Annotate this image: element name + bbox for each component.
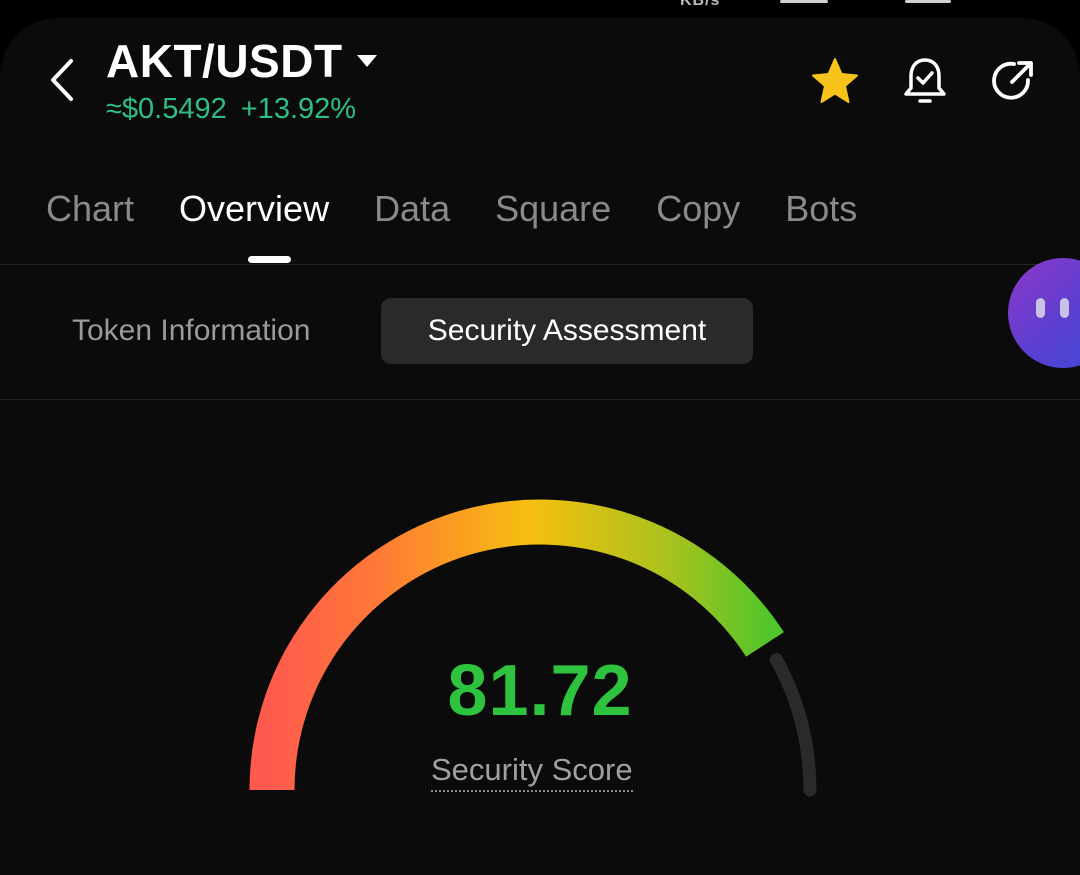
security-score-gauge (249, 499, 817, 797)
security-score-value: 81.72 (447, 651, 633, 731)
gauge-track (769, 653, 817, 797)
security-score-label[interactable]: Security Score (431, 752, 633, 792)
